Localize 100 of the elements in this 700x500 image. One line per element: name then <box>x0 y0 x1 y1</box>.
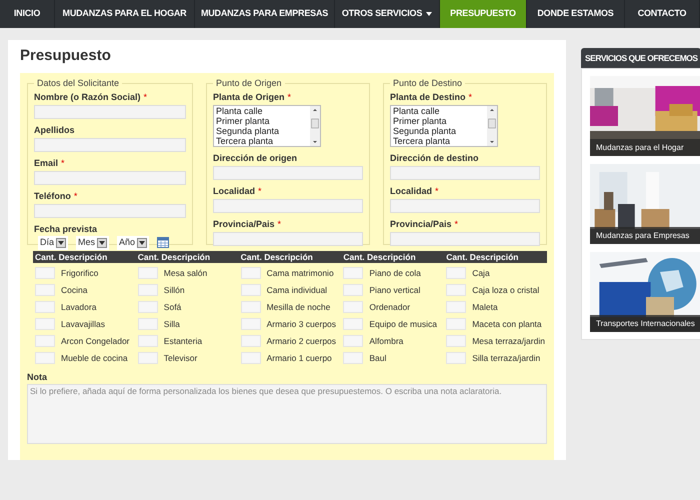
quantity-field[interactable] <box>35 267 55 279</box>
list-option[interactable]: Primer planta <box>216 116 310 126</box>
item-label: Maceta con planta <box>472 318 542 330</box>
list-option[interactable]: Planta calle <box>216 106 310 116</box>
quantity-field[interactable] <box>446 284 466 296</box>
scrollbar-icon <box>310 106 320 146</box>
note-field[interactable]: Si lo prefiere, añada aquí de forma personalizada los bienes que desea que presupuestemos. O escriba una nota aclaratoria. <box>27 384 547 444</box>
quantity-field[interactable] <box>343 335 364 347</box>
quantity-field[interactable] <box>240 318 261 330</box>
field-label: Dirección de origen <box>213 152 298 164</box>
field-label: Nombre (o Razón Social) <box>34 90 141 102</box>
list-option[interactable]: Primer planta <box>393 116 487 126</box>
item-label: Lavadora <box>61 301 96 313</box>
list-option[interactable]: Segunda planta <box>216 126 310 136</box>
list-option[interactable]: Tercera planta <box>216 136 310 146</box>
quantity-field[interactable] <box>240 267 261 279</box>
field-label: Provincia/Pais <box>390 218 452 230</box>
service-card[interactable]: Mudanzas para el Hogar <box>590 76 700 156</box>
quantity-field[interactable] <box>240 352 261 364</box>
required-mark: * <box>258 184 262 196</box>
field-label: Planta de Origen <box>213 90 285 102</box>
quantity-field[interactable] <box>343 352 364 364</box>
quantity-field[interactable] <box>343 301 364 313</box>
item-label: Cama matrimonio <box>266 267 334 279</box>
item-label: Mueble de cocina <box>61 352 128 364</box>
text-field[interactable] <box>34 104 186 118</box>
text-field[interactable] <box>213 198 363 212</box>
text-field[interactable] <box>213 232 363 246</box>
card-caption: Mudanzas para el Hogar <box>590 139 700 156</box>
text-field[interactable] <box>34 204 186 218</box>
required-mark: * <box>74 190 78 202</box>
item-label: Maleta <box>472 301 498 313</box>
quantity-field[interactable] <box>240 284 261 296</box>
item-label: Frigorifico <box>61 267 98 279</box>
required-mark: * <box>278 218 282 230</box>
required-mark: * <box>144 90 148 102</box>
list-box[interactable]: Planta calle Primer planta Segunda planta Tercera planta <box>390 104 498 146</box>
text-field[interactable] <box>34 138 186 152</box>
text-field[interactable] <box>213 166 363 180</box>
text-field[interactable] <box>390 232 540 246</box>
date-select[interactable]: Año <box>117 236 150 250</box>
quantity-field[interactable] <box>138 267 158 279</box>
date-select[interactable]: Mes <box>76 236 110 250</box>
column-header: Cant. Descripción <box>136 251 212 263</box>
quantity-field[interactable] <box>446 301 466 313</box>
quantity-field[interactable] <box>240 301 261 313</box>
quantity-field[interactable] <box>138 352 158 364</box>
list-option[interactable]: Segunda planta <box>393 126 487 136</box>
item-label: Cama individual <box>266 284 328 296</box>
quantity-field[interactable] <box>138 335 158 347</box>
column-header: Cant. Descripción <box>342 251 417 263</box>
item-label: Caja <box>472 267 490 279</box>
card-caption: Transportes Internacionales <box>590 315 700 332</box>
quantity-field[interactable] <box>446 318 466 330</box>
quantity-field[interactable] <box>35 352 55 364</box>
quantity-field[interactable] <box>343 318 364 330</box>
quantity-field[interactable] <box>446 267 466 279</box>
calendar-icon[interactable] <box>157 237 170 248</box>
list-option[interactable]: Planta calle <box>393 106 487 116</box>
column-header: Cant. Descripción <box>445 251 520 263</box>
item-label: Alfombra <box>369 335 404 347</box>
quantity-field[interactable] <box>343 284 364 296</box>
quantity-field[interactable] <box>35 335 55 347</box>
text-field[interactable] <box>390 198 540 212</box>
quantity-field[interactable] <box>35 318 55 330</box>
quantity-field[interactable] <box>138 284 158 296</box>
item-label: Arcon Congelador <box>61 335 130 347</box>
field-label: Provincia/Pais <box>213 218 275 230</box>
item-label: Mesa salón <box>164 267 208 279</box>
item-label: Armario 2 cuerpos <box>266 335 336 347</box>
item-label: Mesilla de noche <box>266 301 330 313</box>
item-label: Armario 3 cuerpos <box>266 318 336 330</box>
quantity-field[interactable] <box>343 267 364 279</box>
item-label: Estanteria <box>164 335 202 347</box>
quantity-field[interactable] <box>446 335 466 347</box>
quantity-field[interactable] <box>35 301 55 313</box>
item-label: Mesa terraza/jardin <box>472 335 545 347</box>
item-label: Equipo de musica <box>369 318 437 330</box>
item-label: Cocina <box>61 284 88 296</box>
field-label: Teléfono <box>34 190 71 202</box>
section-legend: Datos del Solicitante <box>34 77 122 90</box>
quantity-field[interactable] <box>240 335 261 347</box>
date-select[interactable]: Día <box>38 236 68 250</box>
text-field[interactable] <box>390 166 540 180</box>
service-card[interactable]: Mudanzas para Empresas <box>590 164 700 244</box>
quantity-field[interactable] <box>138 318 158 330</box>
text-field[interactable] <box>34 170 186 184</box>
service-card[interactable]: Transportes Internacionales <box>590 252 700 332</box>
page-title: Presupuesto <box>20 46 112 66</box>
scrollbar-icon <box>487 106 497 146</box>
quantity-field[interactable] <box>35 284 55 296</box>
list-option[interactable]: Tercera planta <box>393 136 487 146</box>
item-label: Piano vertical <box>369 284 420 296</box>
quantity-field[interactable] <box>446 352 466 364</box>
column-header: Cant. Descripción <box>240 251 314 263</box>
quantity-field[interactable] <box>138 301 158 313</box>
section-legend: Punto de Destino <box>390 77 466 90</box>
list-box[interactable]: Planta calle Primer planta Segunda planta Tercera planta <box>213 104 321 146</box>
item-label: Televisor <box>164 352 198 364</box>
field-label: Localidad <box>213 184 256 196</box>
